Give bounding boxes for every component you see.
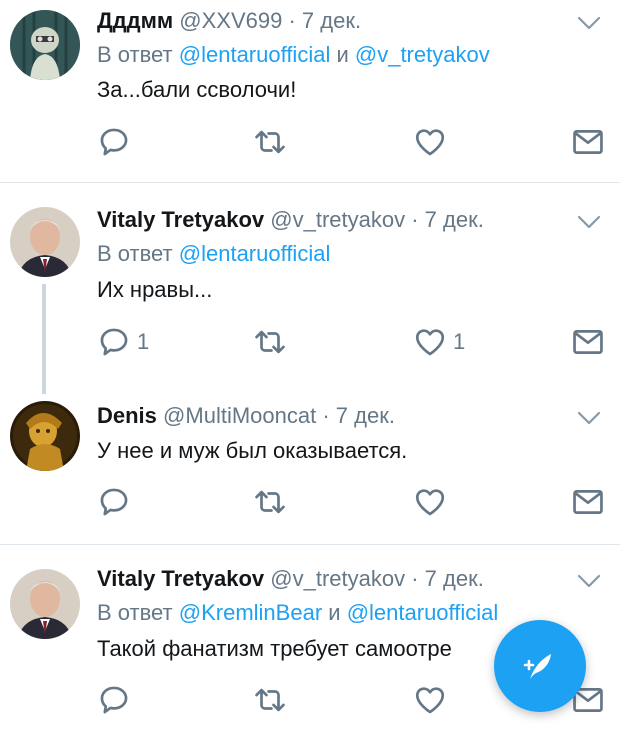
tweet-text: У нее и муж был оказывается. — [97, 438, 408, 463]
reply-button[interactable] — [97, 484, 137, 520]
reply-context: В ответ @KremlinBear и @lentaruofficial — [97, 600, 498, 626]
direct-message-button[interactable] — [571, 484, 605, 520]
tweet-header: Vitaly Tretyakov @v_tretyakov · 7 дек. — [97, 566, 484, 592]
avatar-image — [10, 207, 80, 277]
avatar[interactable] — [10, 10, 80, 80]
reply-icon — [97, 485, 131, 519]
tweet-date[interactable]: 7 дек. — [302, 8, 361, 33]
user-handle[interactable]: @MultiMooncat — [163, 403, 316, 428]
separator-dot: · — [288, 8, 296, 33]
reply-button[interactable] — [97, 124, 137, 160]
display-name[interactable]: Vitaly Tretyakov — [97, 207, 264, 232]
compose-tweet-button[interactable] — [494, 620, 586, 712]
retweet-button[interactable] — [253, 324, 287, 360]
reply-prefix: В ответ — [97, 241, 173, 266]
tweet[interactable]: Дддмм @XXV699 · 7 дек. В ответ @lentaruo… — [0, 0, 620, 182]
retweet-button[interactable] — [253, 682, 287, 718]
tweet-actions — [97, 124, 612, 160]
reply-and: и — [336, 42, 349, 67]
envelope-icon — [571, 485, 605, 519]
reply-context: В ответ @lentaruofficial — [97, 241, 330, 267]
reply-prefix: В ответ — [97, 42, 173, 67]
display-name[interactable]: Дддмм — [97, 8, 173, 33]
tweet-date[interactable]: 7 дек. — [425, 566, 484, 591]
compose-feather-icon — [523, 654, 551, 679]
reply-prefix: В ответ — [97, 600, 173, 625]
tweet[interactable]: Denis @MultiMooncat · 7 дек. У нее и муж… — [0, 395, 620, 535]
retweet-icon — [253, 125, 287, 159]
heart-icon — [413, 325, 447, 359]
heart-icon — [413, 125, 447, 159]
like-button[interactable]: 1 — [413, 324, 465, 360]
chevron-down-icon[interactable] — [576, 408, 602, 428]
heart-icon — [413, 683, 447, 717]
reply-icon — [97, 125, 131, 159]
reply-button[interactable]: 1 — [97, 324, 149, 360]
chevron-down-icon[interactable] — [576, 13, 602, 33]
reply-count: 1 — [137, 329, 150, 354]
separator-dot: · — [411, 207, 419, 232]
reply-icon — [97, 325, 131, 359]
envelope-icon — [571, 325, 605, 359]
retweet-button[interactable] — [253, 484, 287, 520]
chevron-down-icon[interactable] — [576, 212, 602, 232]
like-button[interactable] — [413, 682, 453, 718]
direct-message-button[interactable] — [571, 324, 605, 360]
avatar-image — [10, 10, 80, 80]
tweet-actions: 1 1 — [97, 324, 612, 360]
retweet-icon — [253, 325, 287, 359]
avatar[interactable] — [10, 401, 80, 471]
display-name[interactable]: Vitaly Tretyakov — [97, 566, 264, 591]
like-button[interactable] — [413, 484, 453, 520]
user-handle[interactable]: @v_tretyakov — [270, 207, 405, 232]
retweet-icon — [253, 683, 287, 717]
tweet-text: Их нравы... — [97, 277, 213, 302]
avatar-image — [10, 401, 80, 471]
separator-dot: · — [411, 566, 419, 591]
retweet-button[interactable] — [253, 124, 287, 160]
display-name[interactable]: Denis — [97, 403, 157, 428]
like-button[interactable] — [413, 124, 453, 160]
like-count: 1 — [453, 329, 466, 354]
avatar[interactable] — [10, 207, 80, 277]
reply-and: и — [328, 600, 341, 625]
user-handle[interactable]: @v_tretyakov — [270, 566, 405, 591]
tweet-header: Дддмм @XXV699 · 7 дек. — [97, 8, 361, 34]
tweet-text: За...бали ссволочи! — [97, 77, 297, 102]
reply-icon — [97, 683, 131, 717]
tweet-header: Vitaly Tretyakov @v_tretyakov · 7 дек. — [97, 207, 484, 233]
retweet-icon — [253, 485, 287, 519]
tweet-actions — [97, 484, 612, 520]
mention-link[interactable]: @v_tretyakov — [355, 42, 490, 67]
tweet-header: Denis @MultiMooncat · 7 дек. — [97, 403, 395, 429]
mention-link[interactable]: @KremlinBear — [179, 600, 322, 625]
direct-message-button[interactable] — [571, 124, 605, 160]
avatar-image — [10, 569, 80, 639]
reply-button[interactable] — [97, 682, 137, 718]
reply-context: В ответ @lentaruofficial и @v_tretyakov — [97, 42, 490, 68]
tweet-date[interactable]: 7 дек. — [425, 207, 484, 232]
chevron-down-icon[interactable] — [576, 571, 602, 591]
mention-link[interactable]: @lentaruofficial — [179, 241, 331, 266]
avatar[interactable] — [10, 569, 80, 639]
tweet-divider — [0, 544, 620, 545]
mention-link[interactable]: @lentaruofficial — [347, 600, 499, 625]
tweet[interactable]: Vitaly Tretyakov @v_tretyakov · 7 дек. В… — [0, 190, 620, 380]
mention-link[interactable]: @lentaruofficial — [179, 42, 331, 67]
tweet-text: Такой фанатизм требует самоотре — [97, 636, 452, 661]
user-handle[interactable]: @XXV699 — [179, 8, 282, 33]
envelope-icon — [571, 125, 605, 159]
heart-icon — [413, 485, 447, 519]
tweet-date[interactable]: 7 дек. — [336, 403, 395, 428]
tweet-divider — [0, 182, 620, 183]
separator-dot: · — [322, 403, 330, 428]
